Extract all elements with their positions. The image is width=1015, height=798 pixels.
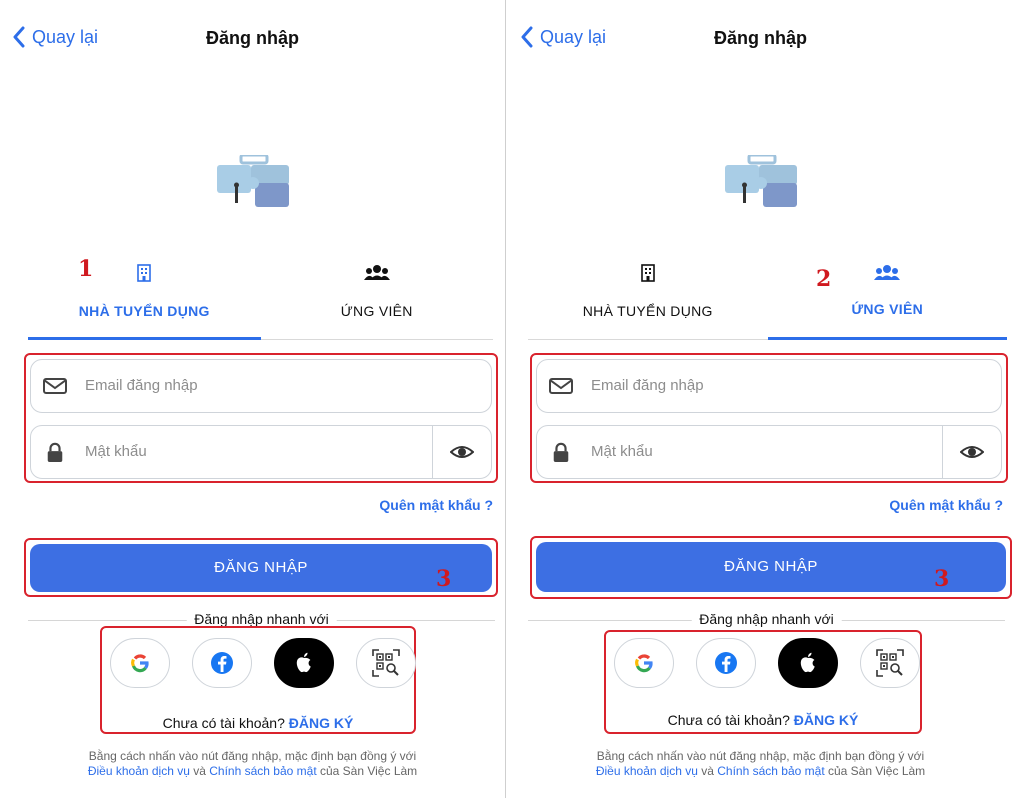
- lock-icon: [47, 442, 63, 462]
- facebook-icon: [211, 652, 233, 674]
- annotation-number: 1: [78, 256, 94, 282]
- quick-login-divider: Đăng nhập nhanh với: [528, 611, 1005, 631]
- login-screen-employer: Quay lại Đăng nhập NHÀ TUYỂN DỤNG ỨNG VI…: [0, 0, 506, 798]
- mail-icon: [43, 378, 67, 394]
- google-login-button[interactable]: [614, 638, 674, 688]
- email-field[interactable]: Email đăng nhập: [536, 359, 1002, 413]
- mail-icon: [549, 378, 573, 394]
- signup-prompt: Chưa có tài khoản?: [162, 715, 285, 731]
- signup-link[interactable]: ĐĂNG KÝ: [289, 715, 354, 731]
- role-tabs: NHÀ TUYỂN DỤNG ỨNG VIÊN: [528, 255, 1007, 340]
- terms-notice: Bằng cách nhấn vào nút đăng nhập, mặc đị…: [0, 749, 505, 779]
- signup-prompt: Chưa có tài khoản?: [667, 712, 790, 728]
- login-screen-candidate: Quay lại Đăng nhập NHÀ TUYỂN DỤNG ỨNG VI…: [506, 0, 1015, 798]
- toggle-password-visibility[interactable]: [942, 426, 1001, 478]
- tab-candidate[interactable]: ỨNG VIÊN: [261, 255, 494, 339]
- terms-links-line: Điều khoản dịch vụ và Chính sách bảo mật…: [506, 764, 1015, 779]
- facebook-login-button[interactable]: [696, 638, 756, 688]
- briefcase-puzzle-illustration: [724, 155, 797, 207]
- tab-employer[interactable]: NHÀ TUYỂN DỤNG: [528, 255, 768, 339]
- tab-employer-label: NHÀ TUYỂN DỤNG: [78, 303, 210, 319]
- nav-bar: Quay lại Đăng nhập: [0, 0, 505, 72]
- facebook-login-button[interactable]: [192, 638, 252, 688]
- lock-icon: [553, 442, 569, 462]
- social-login-buttons: [102, 638, 416, 698]
- nav-bar: Quay lại Đăng nhập: [506, 0, 1015, 72]
- google-icon: [635, 654, 653, 673]
- apple-login-button[interactable]: [778, 638, 838, 688]
- password-placeholder: Mật khẩu: [85, 443, 147, 460]
- apple-icon: [296, 652, 311, 673]
- active-tab-indicator: [767, 337, 1007, 340]
- users-icon: [363, 265, 390, 280]
- signup-row: Chưa có tài khoản? ĐĂNG KÝ: [606, 712, 920, 728]
- tab-employer[interactable]: NHÀ TUYỂN DỤNG: [28, 255, 261, 340]
- eye-icon: [960, 446, 984, 458]
- qr-login-button[interactable]: [860, 638, 920, 688]
- credentials-highlight-box: Email đăng nhập Mật khẩu: [24, 353, 498, 483]
- tab-candidate[interactable]: ỨNG VIÊN: [767, 255, 1007, 340]
- terms-of-service-link[interactable]: Điều khoản dịch vụ: [88, 764, 190, 778]
- email-placeholder: Email đăng nhập: [85, 377, 198, 394]
- terms-of-service-link[interactable]: Điều khoản dịch vụ: [596, 764, 698, 778]
- toggle-password-visibility[interactable]: [432, 426, 491, 478]
- privacy-policy-link[interactable]: Chính sách bảo mật: [209, 764, 316, 778]
- email-field[interactable]: Email đăng nhập: [30, 359, 492, 413]
- password-placeholder: Mật khẩu: [591, 443, 653, 460]
- social-signup-highlight-box: Chưa có tài khoản? ĐĂNG KÝ: [100, 626, 416, 734]
- role-tabs: NHÀ TUYỂN DỤNG ỨNG VIÊN: [28, 255, 493, 340]
- password-field[interactable]: Mật khẩu: [536, 425, 1002, 479]
- google-login-button[interactable]: [110, 638, 170, 688]
- terms-and: và: [189, 764, 210, 778]
- facebook-icon: [715, 652, 737, 674]
- annotation-number: 3: [436, 566, 452, 592]
- terms-links-line: Điều khoản dịch vụ và Chính sách bảo mật…: [0, 764, 505, 779]
- terms-line: Bằng cách nhấn vào nút đăng nhập, mặc đị…: [88, 749, 417, 763]
- building-icon: [640, 264, 655, 282]
- social-signup-highlight-box: Chưa có tài khoản? ĐĂNG KÝ: [604, 630, 922, 734]
- apple-icon: [800, 652, 815, 673]
- login-highlight-box: ĐĂNG NHẬP: [24, 538, 498, 597]
- building-icon: [137, 264, 152, 282]
- qr-scan-icon: [876, 649, 904, 677]
- users-icon: [874, 265, 901, 280]
- terms-line: Bằng cách nhấn vào nút đăng nhập, mặc đị…: [596, 749, 925, 763]
- briefcase-puzzle-illustration: [216, 155, 289, 207]
- google-icon: [131, 654, 149, 673]
- active-tab-indicator: [28, 337, 261, 340]
- terms-suffix: của Sàn Việc Làm: [824, 764, 926, 778]
- forgot-password-link[interactable]: Quên mật khẩu ?: [379, 497, 493, 513]
- signup-row: Chưa có tài khoản? ĐĂNG KÝ: [102, 715, 414, 731]
- terms-notice: Bằng cách nhấn vào nút đăng nhập, mặc đị…: [506, 749, 1015, 779]
- forgot-password-link[interactable]: Quên mật khẩu ?: [889, 497, 1003, 513]
- terms-and: và: [697, 764, 718, 778]
- quick-login-label: Đăng nhập nhanh với: [691, 611, 842, 627]
- social-login-buttons: [606, 638, 920, 698]
- qr-login-button[interactable]: [356, 638, 416, 688]
- tab-candidate-label: ỨNG VIÊN: [340, 303, 413, 319]
- credentials-highlight-box: Email đăng nhập Mật khẩu: [530, 353, 1008, 483]
- terms-suffix: của Sàn Việc Làm: [316, 764, 418, 778]
- privacy-policy-link[interactable]: Chính sách bảo mật: [717, 764, 824, 778]
- annotation-number: 3: [934, 566, 950, 592]
- apple-login-button[interactable]: [274, 638, 334, 688]
- annotation-number: 2: [816, 266, 832, 292]
- page-title: Đăng nhập: [206, 28, 299, 48]
- login-button[interactable]: ĐĂNG NHẬP: [30, 544, 492, 592]
- quick-login-label: Đăng nhập nhanh với: [186, 611, 337, 627]
- eye-icon: [450, 446, 474, 458]
- signup-link[interactable]: ĐĂNG KÝ: [794, 712, 859, 728]
- tab-employer-label: NHÀ TUYỂN DỤNG: [582, 303, 713, 319]
- page-title: Đăng nhập: [714, 28, 807, 48]
- qr-scan-icon: [372, 649, 400, 677]
- email-placeholder: Email đăng nhập: [591, 377, 704, 394]
- password-field[interactable]: Mật khẩu: [30, 425, 492, 479]
- tab-candidate-label: ỨNG VIÊN: [851, 301, 924, 317]
